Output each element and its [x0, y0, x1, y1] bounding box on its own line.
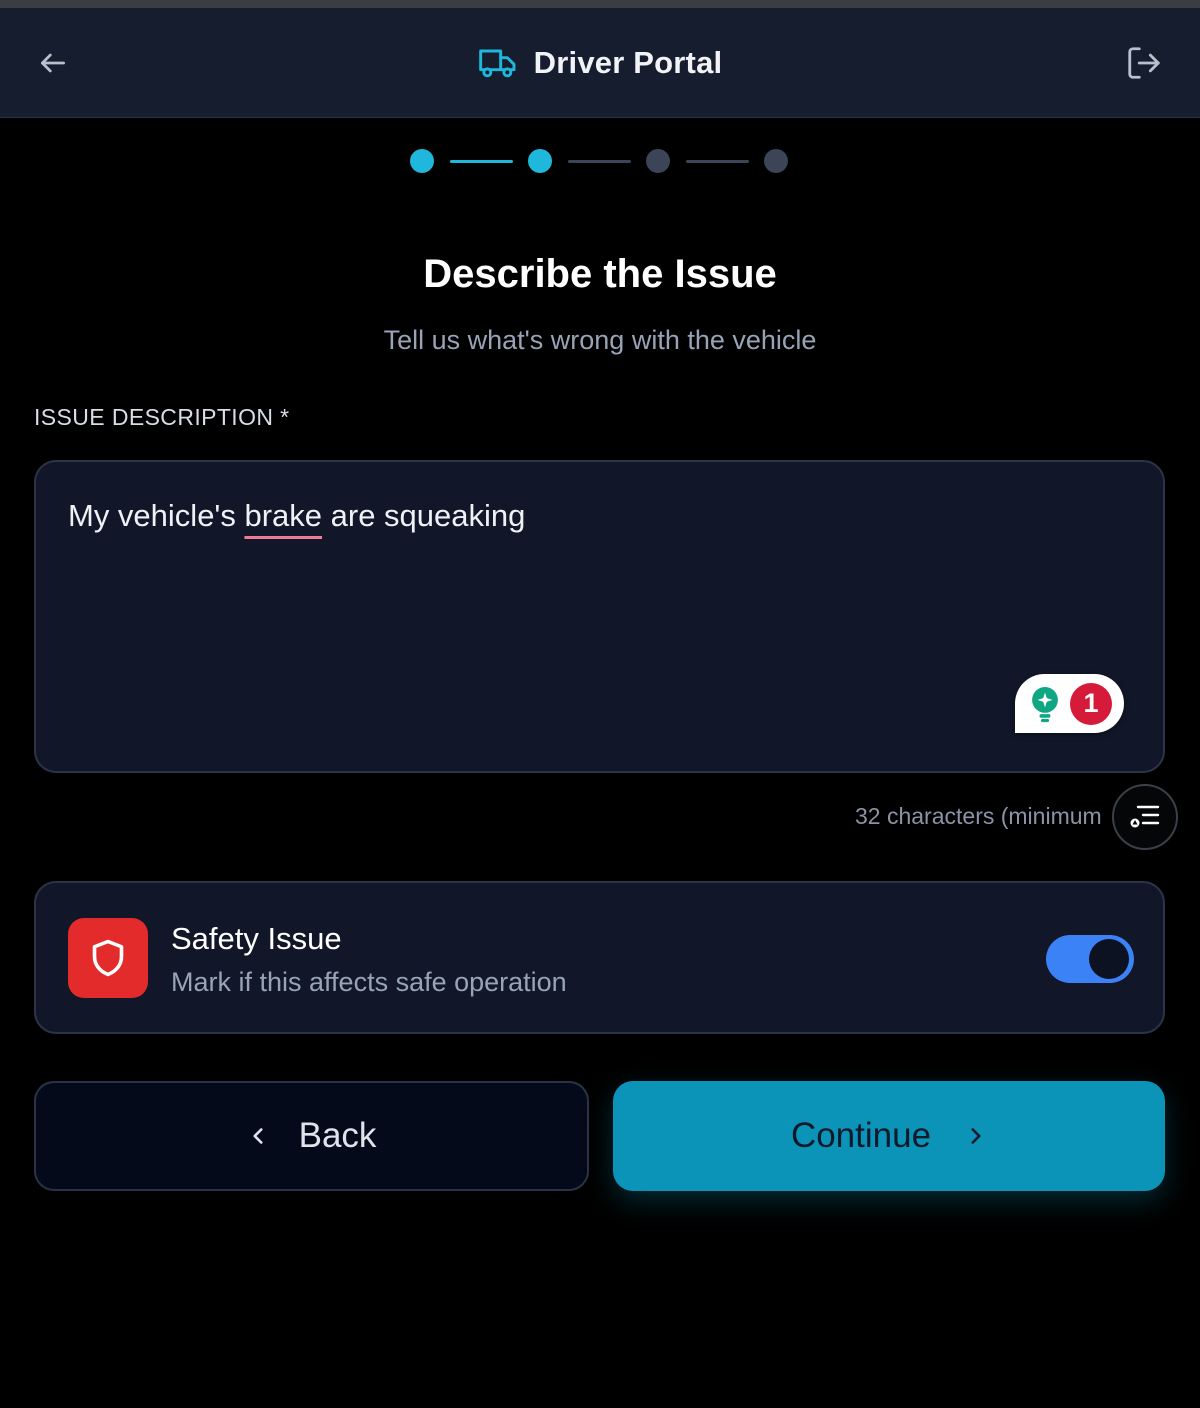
- step-3-dot: [646, 149, 670, 173]
- shield-icon: [92, 939, 124, 977]
- issue-text-after: are squeaking: [322, 498, 526, 533]
- page-subtitle: Tell us what's wrong with the vehicle: [383, 325, 817, 355]
- safety-icon-tile: [68, 918, 148, 998]
- step-connector-1: [450, 160, 513, 163]
- character-count: 32 characters (minimum: [855, 803, 1102, 829]
- safety-issue-description: Mark if this affects safe operation: [171, 967, 567, 997]
- progress-stepper: [0, 145, 1200, 177]
- step-2-dot: [528, 149, 552, 173]
- issue-description-textarea[interactable]: My vehicle's brake are squeaking: [34, 460, 1165, 773]
- app-header: Driver Portal: [0, 8, 1200, 118]
- step-1-dot: [410, 149, 434, 173]
- step-4-dot: [764, 149, 788, 173]
- issue-text-before: My vehicle's: [68, 498, 245, 533]
- text-format-button[interactable]: [1112, 784, 1178, 850]
- toggle-knob: [1089, 939, 1129, 979]
- step-connector-2: [568, 160, 631, 163]
- logout-button[interactable]: [1120, 40, 1168, 86]
- page-title: Describe the Issue: [423, 252, 777, 296]
- back-button-label: Back: [298, 1116, 377, 1155]
- lightbulb-icon: [1032, 686, 1058, 722]
- step-connector-3: [686, 160, 749, 163]
- issue-description-value: My vehicle's brake are squeaking: [68, 498, 525, 534]
- truck-icon: [478, 49, 516, 78]
- grammar-assistant-widget[interactable]: 1: [1015, 674, 1124, 733]
- header-title-group: Driver Portal: [0, 8, 1200, 118]
- safety-issue-title: Safety Issue: [171, 921, 342, 956]
- continue-button-label: Continue: [790, 1116, 932, 1155]
- chevron-left-icon: [253, 1128, 263, 1144]
- continue-button[interactable]: Continue: [613, 1081, 1165, 1191]
- logout-icon: [1128, 47, 1160, 79]
- grammar-issue-count-badge: 1: [1070, 682, 1112, 725]
- format-list-icon: [1130, 805, 1160, 828]
- misspelled-word[interactable]: brake: [244, 498, 322, 533]
- safety-issue-card: Safety Issue Mark if this affects safe o…: [34, 881, 1165, 1034]
- safety-issue-toggle[interactable]: [1046, 935, 1134, 983]
- chevron-right-icon: [971, 1128, 981, 1144]
- header-title: Driver Portal: [533, 45, 723, 80]
- back-button[interactable]: Back: [34, 1081, 589, 1191]
- issue-description-label: ISSUE DESCRIPTION *: [34, 404, 290, 430]
- window-top-strip: [0, 0, 1200, 8]
